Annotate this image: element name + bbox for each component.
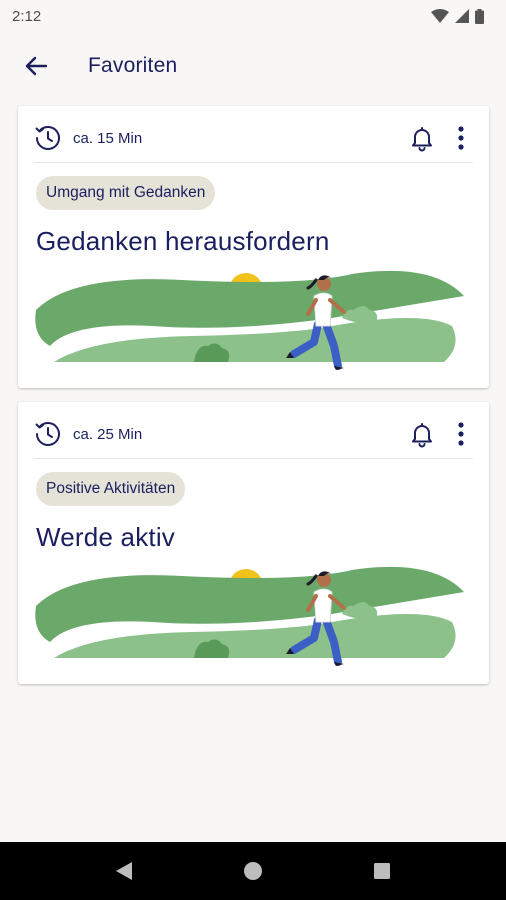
- wifi-icon: [431, 9, 449, 23]
- app-bar: Favoriten: [0, 40, 506, 92]
- card-header: ca. 15 Min: [34, 120, 473, 156]
- card-divider: [34, 162, 473, 163]
- duration-label: ca. 15 Min: [73, 129, 143, 147]
- circle-home-icon: [243, 862, 262, 880]
- triangle-back-icon: [116, 862, 133, 880]
- status-time: 2:12: [12, 7, 42, 25]
- cell-signal-icon: [455, 9, 469, 23]
- more-options-button[interactable]: [449, 416, 473, 452]
- favorite-card[interactable]: ca. 15 Min Umgang mit Gedanken Gedanken …: [18, 106, 489, 388]
- bell-icon: [412, 127, 432, 152]
- bell-icon: [412, 423, 432, 448]
- category-tag: Umgang mit Gedanken: [36, 176, 216, 210]
- card-title: Werde aktiv: [36, 522, 175, 552]
- runner-illustration: [35, 566, 464, 666]
- page-title: Favoriten: [88, 54, 178, 77]
- reminder-button[interactable]: [407, 120, 437, 156]
- runner-illustration: [35, 270, 464, 370]
- back-button[interactable]: [16, 46, 56, 86]
- battery-icon: [475, 8, 484, 24]
- card-divider: [34, 458, 473, 459]
- more-vertical-icon: [458, 126, 464, 150]
- clock-history-icon: [35, 422, 60, 446]
- reminder-button[interactable]: [407, 416, 437, 452]
- nav-back-button[interactable]: [99, 846, 149, 896]
- category-tag: Positive Aktivitäten: [36, 472, 186, 506]
- arrow-left-icon: [25, 56, 47, 76]
- more-vertical-icon: [458, 422, 464, 446]
- nav-home-button[interactable]: [228, 846, 278, 896]
- favorite-card[interactable]: ca. 25 Min Positive Aktivitäten Werde ak…: [18, 402, 489, 684]
- clock-history-icon: [35, 126, 60, 150]
- nav-recents-button[interactable]: [357, 846, 407, 896]
- system-nav-bar: [0, 842, 506, 900]
- card-title: Gedanken herausfordern: [36, 226, 330, 256]
- square-recents-icon: [373, 863, 390, 879]
- status-bar: 2:12: [0, 0, 506, 32]
- duration-label: ca. 25 Min: [73, 425, 143, 443]
- status-icons: [431, 8, 484, 24]
- card-header: ca. 25 Min: [34, 416, 473, 452]
- more-options-button[interactable]: [449, 120, 473, 156]
